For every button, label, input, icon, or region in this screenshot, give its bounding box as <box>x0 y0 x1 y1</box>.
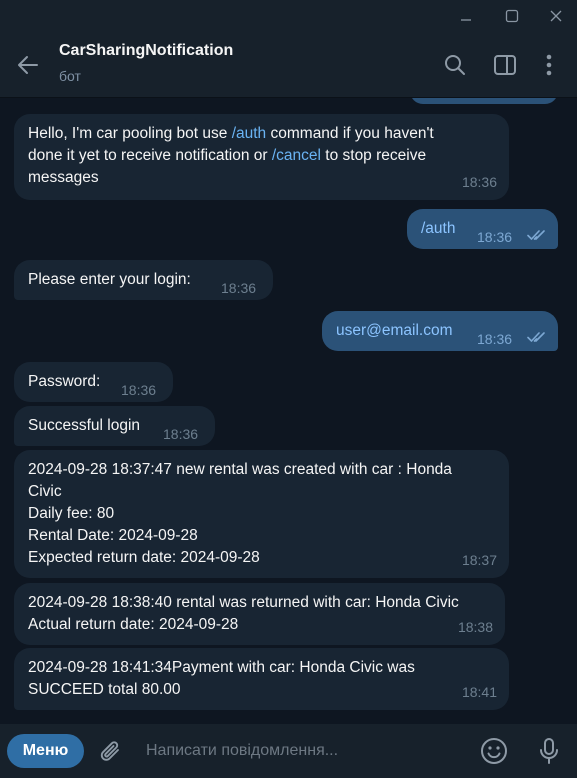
message-bubble[interactable]: Password: 18:36 <box>14 362 173 402</box>
message-bubble[interactable]: 2024-09-28 18:38:40 rental was returned … <box>14 583 505 645</box>
line: 2024-09-28 18:38:40 rental was returned … <box>28 594 459 611</box>
message-time: 18:36 <box>163 426 199 442</box>
microphone-icon[interactable] <box>533 735 565 767</box>
close-icon[interactable] <box>537 0 575 32</box>
window-titlebar <box>0 0 577 32</box>
message-time: 18:36 <box>221 280 257 296</box>
maximize-icon[interactable] <box>493 0 531 32</box>
message-text: Hello, I'm car pooling bot use /auth com… <box>28 125 434 186</box>
line: Expected return date: 2024-09-28 <box>28 549 260 566</box>
line: 2024-09-28 18:41:34Payment with car: Hon… <box>28 659 415 676</box>
message-bubble[interactable]: /auth 18:36 <box>407 209 558 249</box>
minimize-icon[interactable] <box>447 0 485 32</box>
command-link[interactable]: /auth <box>232 125 266 142</box>
back-arrow-icon[interactable] <box>10 49 46 81</box>
message-bubble[interactable]: Successful login 18:36 <box>14 406 215 446</box>
message-text: Please enter your login: <box>28 271 191 288</box>
chat-subtitle: бот <box>59 68 81 84</box>
command-link[interactable]: /cancel <box>272 147 321 164</box>
message-text: Successful login <box>28 417 141 434</box>
message-list[interactable]: Hello, I'm car pooling bot use /auth com… <box>0 98 577 724</box>
read-double-check-icon <box>527 332 545 342</box>
message-time: 18:36 <box>121 382 157 398</box>
menu-button[interactable]: Меню <box>7 734 84 768</box>
message-input[interactable] <box>146 738 446 764</box>
line: SUCCEED total 80.00 <box>28 681 181 698</box>
message-time: 18:37 <box>461 552 497 568</box>
read-double-check-icon <box>527 230 545 240</box>
message-time: 18:41 <box>461 684 497 700</box>
message-text: Password: <box>28 373 101 390</box>
message-text: /auth <box>421 220 456 237</box>
message-bubble[interactable]: user@email.com 18:36 <box>322 311 558 351</box>
chat-title[interactable]: CarSharingNotification <box>59 42 233 60</box>
sidebar-toggle-icon[interactable] <box>489 49 521 81</box>
line: Actual return date: 2024-09-28 <box>28 616 239 633</box>
paperclip-icon[interactable] <box>95 736 127 768</box>
search-icon[interactable] <box>439 49 471 81</box>
message-bubble[interactable]: Please enter your login: 18:36 <box>14 260 273 300</box>
line: 2024-09-28 18:37:47 new rental was creat… <box>28 461 452 478</box>
line: Civic <box>28 483 62 500</box>
message-bubble[interactable]: 2024-09-28 18:41:34Payment with car: Hon… <box>14 648 509 710</box>
message-time: 18:36 <box>477 229 513 245</box>
message-bubble[interactable]: 2024-09-28 18:37:47 new rental was creat… <box>14 450 509 578</box>
message-bubble[interactable]: Hello, I'm car pooling bot use /auth com… <box>14 114 509 200</box>
email-link[interactable]: user@email.com <box>336 322 453 339</box>
emoji-icon[interactable] <box>478 735 510 767</box>
message-time: 18:36 <box>461 174 497 190</box>
chat-header: CarSharingNotification бот <box>0 32 577 98</box>
line: Daily fee: 80 <box>28 505 115 522</box>
more-vert-icon[interactable] <box>533 49 565 81</box>
line: Rental Date: 2024-09-28 <box>28 527 198 544</box>
message-time: 18:38 <box>457 619 493 635</box>
message-composer: Меню <box>0 724 577 778</box>
message-time: 18:36 <box>477 331 513 347</box>
previous-message-bubble <box>410 98 558 104</box>
